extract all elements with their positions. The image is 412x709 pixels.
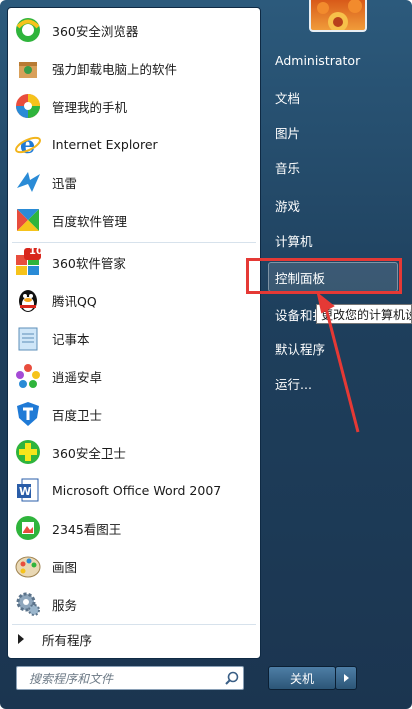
chevron-right-icon [343, 674, 349, 682]
start-menu: 360安全浏览器 强力卸载电脑上的软件 管理我的手机 e Internet Ex… [0, 0, 412, 709]
shutdown-button[interactable]: 关机 [268, 666, 336, 690]
shutdown-options-button[interactable] [335, 666, 357, 690]
shutdown-label: 关机 [289, 671, 314, 686]
annotation-arrow [316, 291, 360, 433]
